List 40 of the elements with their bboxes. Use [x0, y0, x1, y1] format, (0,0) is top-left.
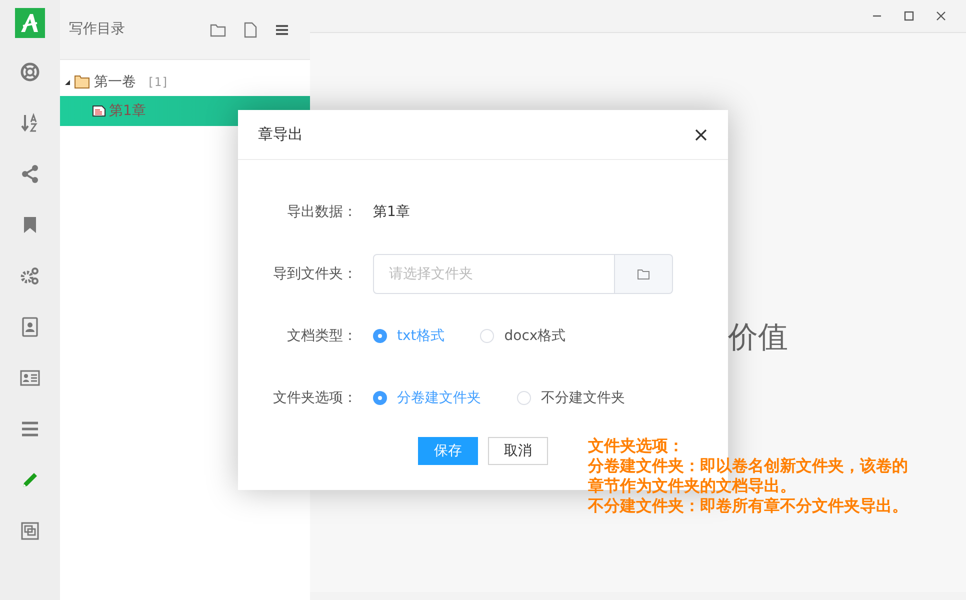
annotation-text: 分卷建文件夹：即以卷名创新文件夹，该卷的	[588, 456, 908, 476]
panel-title: 写作目录	[69, 20, 126, 39]
gears-icon	[20, 266, 40, 286]
expand-icon[interactable]	[64, 78, 71, 86]
lifebuoy-icon	[20, 62, 40, 82]
item-count: [1]	[147, 74, 169, 91]
radio-button[interactable]	[517, 391, 531, 405]
radio-button[interactable]	[480, 329, 494, 343]
radio-option[interactable]: 不分建文件夹	[517, 388, 625, 408]
app-logo	[15, 8, 45, 38]
annotation-text: 文件夹选项：	[588, 436, 685, 456]
folder-icon	[74, 75, 90, 89]
menu-icon[interactable]	[275, 24, 289, 36]
radio-button[interactable]	[373, 329, 387, 343]
close-icon[interactable]	[694, 128, 708, 142]
folder-icon[interactable]	[210, 22, 226, 36]
maximize-icon[interactable]	[904, 11, 914, 21]
sort-icon	[20, 112, 40, 132]
document-icon	[92, 105, 106, 117]
field-label: 导出数据：	[286, 202, 358, 222]
frame-icon	[20, 520, 40, 540]
background-text: 价值	[728, 319, 788, 355]
radio-button[interactable]	[373, 391, 387, 405]
share-icon	[20, 164, 40, 184]
dialog-title: 章导出	[258, 124, 304, 146]
field-label: 文件夹选项：	[272, 388, 358, 408]
folder-icon	[637, 268, 650, 280]
annotation-text: 章节作为文件夹的文档导出。	[588, 476, 797, 496]
field-label: 文档类型：	[286, 326, 358, 346]
field-label: 导到文件夹：	[272, 264, 358, 284]
radio-option[interactable]: docx格式	[480, 326, 566, 346]
file-icon[interactable]	[244, 22, 257, 38]
id-card-icon	[20, 368, 40, 388]
contact-book-icon	[20, 316, 40, 336]
tree-item[interactable]: 第一卷	[94, 72, 136, 92]
cancel-button[interactable]: 取消	[488, 437, 548, 465]
close-icon[interactable]	[936, 11, 946, 21]
folder-path-field[interactable]: 请选择文件夹	[373, 254, 615, 294]
field-value: 第1章	[373, 202, 410, 222]
annotation-text: 不分建文件夹：即卷所有章不分文件夹导出。	[588, 496, 908, 516]
